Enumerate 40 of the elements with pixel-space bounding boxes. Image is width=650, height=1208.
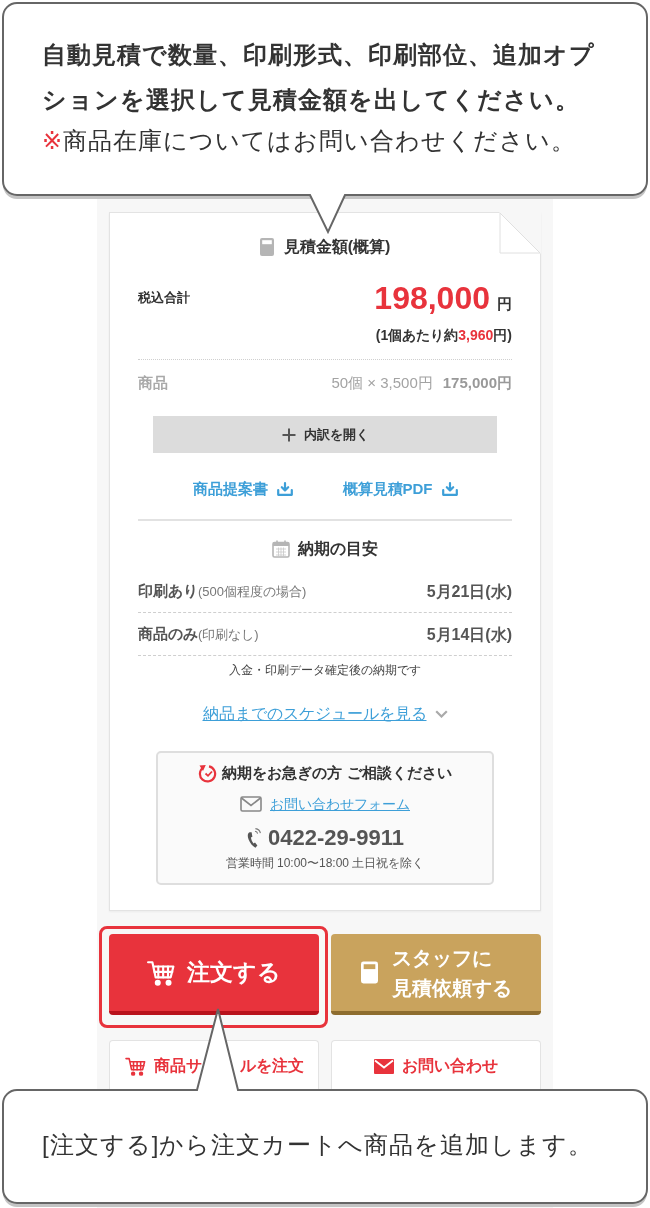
calculator-icon (360, 959, 378, 986)
calendar-icon (272, 540, 290, 558)
delivery-label: 商品のみ(印刷なし) (138, 624, 259, 644)
item-name: 商品 (138, 373, 168, 393)
mail-icon (240, 796, 262, 812)
download-icon (276, 482, 293, 496)
quote-request-button[interactable]: スタッフに 見積依頼する (331, 934, 541, 1015)
contact-form-link[interactable]: お問い合わせフォーム (270, 794, 410, 814)
mail-icon (374, 1059, 394, 1074)
delivery-label: 印刷あり(500個程度の場合) (138, 581, 307, 601)
item-quantity-price: 50個 × 3,500円 (331, 373, 433, 393)
download-link[interactable]: 概算見積PDF (342, 479, 458, 499)
download-icon (441, 482, 458, 496)
currency-unit: 円 (497, 295, 512, 314)
section-title: 納期の目安 (298, 539, 378, 559)
download-link[interactable]: 商品提案書 (192, 479, 293, 499)
cart-icon (124, 1057, 146, 1076)
order-button[interactable]: 注文する (109, 934, 319, 1015)
section-title: 見積金額(概算) (283, 237, 391, 257)
unit-price-text: (1個あたり約3,960円) (375, 326, 512, 345)
callout-text: [注文する]から注文カートへ商品を追加します。 (42, 1130, 594, 1160)
delivery-date: 5月21日(水) (426, 581, 512, 602)
breakdown-button[interactable]: 内訳を開く (153, 416, 497, 453)
total-label: 税込合計 (138, 289, 190, 307)
callout-instruction: 自動見積で数量、印刷形式、印刷部位、追加オプションを選択して見積金額を出してください。 (42, 40, 596, 115)
total-amount: 198,000 (374, 280, 490, 316)
phone-icon (246, 827, 263, 849)
calculator-icon (259, 238, 274, 256)
business-hours: 営業時間 10:00〜18:00 土日祝を除く (225, 855, 425, 871)
cart-icon (147, 959, 175, 986)
callout-note: ※商品在庫についてはお問い合わせください。 (42, 126, 577, 156)
plus-icon (281, 427, 296, 442)
chevron-down-icon (434, 710, 448, 718)
delivery-date: 5月14日(水) (426, 624, 512, 645)
phone-number: 0422-29-9911 (268, 824, 404, 852)
item-subtotal: 175,000円 (442, 373, 512, 393)
contact-button[interactable]: お問い合わせ (331, 1040, 541, 1092)
delivery-note: 入金・印刷データ確定後の納期です (229, 662, 421, 678)
schedule-link[interactable]: 納品までのスケジュールを見る (202, 703, 427, 725)
contact-heading: 納期をお急ぎの方 ご相談ください (222, 763, 452, 783)
